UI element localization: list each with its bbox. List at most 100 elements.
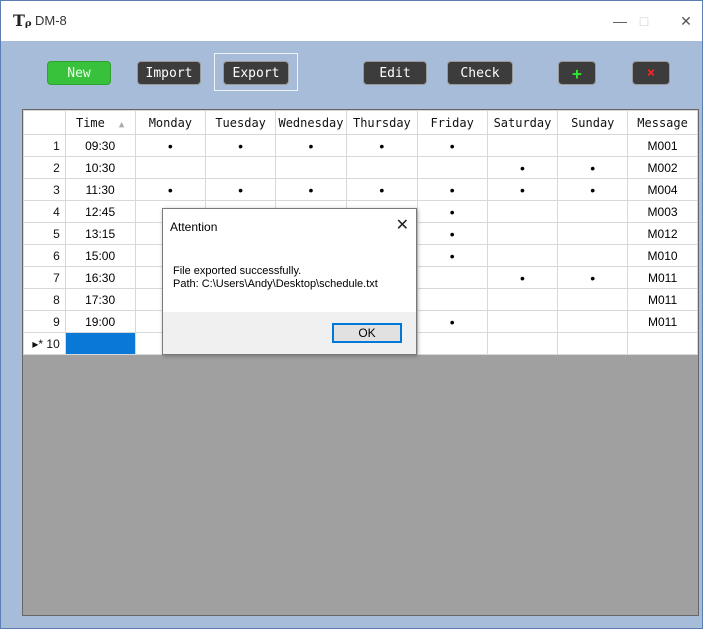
- row-number[interactable]: 8: [23, 288, 66, 311]
- message-cell[interactable]: M011: [627, 310, 698, 333]
- sunday-cell[interactable]: [557, 134, 629, 157]
- header-saturday[interactable]: Saturday: [486, 110, 559, 135]
- sunday-cell[interactable]: [557, 288, 629, 311]
- empty-cell[interactable]: [627, 332, 698, 355]
- sunday-cell[interactable]: [557, 310, 629, 333]
- time-cell[interactable]: 10:30: [64, 156, 136, 179]
- row-number[interactable]: 2: [23, 156, 66, 179]
- row-number[interactable]: 3: [23, 178, 66, 201]
- sunday-cell[interactable]: •: [557, 266, 629, 289]
- import-button[interactable]: Import: [137, 61, 201, 85]
- selected-time-cell[interactable]: [64, 332, 136, 355]
- empty-cell[interactable]: [416, 332, 488, 355]
- thursday-cell[interactable]: •: [345, 178, 418, 201]
- message-cell[interactable]: M003: [627, 200, 698, 223]
- time-cell[interactable]: 16:30: [64, 266, 136, 289]
- header-message[interactable]: Message: [627, 110, 698, 135]
- wednesday-cell[interactable]: [275, 156, 347, 179]
- message-cell[interactable]: M011: [627, 266, 698, 289]
- header-tuesday[interactable]: Tuesday: [205, 110, 277, 135]
- schedule-grid[interactable]: Time ▲ Monday Tuesday Wednesday Thursday …: [22, 109, 699, 616]
- new-button[interactable]: New: [47, 61, 111, 85]
- close-button[interactable]: ✕: [671, 7, 701, 35]
- edit-button[interactable]: Edit: [363, 61, 427, 85]
- saturday-cell[interactable]: [486, 134, 559, 157]
- row-number[interactable]: 9: [23, 310, 66, 333]
- plus-icon: +: [572, 63, 582, 83]
- export-button[interactable]: Export: [223, 61, 289, 85]
- sunday-cell[interactable]: •: [557, 178, 629, 201]
- saturday-cell[interactable]: [486, 200, 559, 223]
- wednesday-cell[interactable]: •: [275, 178, 347, 201]
- monday-cell[interactable]: •: [134, 178, 207, 201]
- message-cell[interactable]: M001: [627, 134, 698, 157]
- ok-button[interactable]: OK: [332, 323, 402, 343]
- maximize-icon: □: [639, 13, 649, 29]
- sunday-cell[interactable]: [557, 200, 629, 223]
- monday-cell[interactable]: •: [134, 134, 207, 157]
- dialog-close-icon[interactable]: ✕: [396, 215, 409, 235]
- message-cell[interactable]: M002: [627, 156, 698, 179]
- sunday-cell[interactable]: [557, 244, 629, 267]
- friday-cell[interactable]: •: [416, 200, 488, 223]
- friday-cell[interactable]: •: [416, 134, 488, 157]
- header-monday[interactable]: Monday: [134, 110, 207, 135]
- row-number[interactable]: 4: [23, 200, 66, 223]
- row-number[interactable]: 1: [23, 134, 66, 157]
- sunday-cell[interactable]: [557, 222, 629, 245]
- time-cell[interactable]: 13:15: [64, 222, 136, 245]
- friday-cell[interactable]: •: [416, 310, 488, 333]
- friday-cell[interactable]: •: [416, 244, 488, 267]
- saturday-cell[interactable]: •: [486, 156, 559, 179]
- delete-button[interactable]: ×: [632, 61, 670, 85]
- tuesday-cell[interactable]: [205, 156, 277, 179]
- header-thursday[interactable]: Thursday: [345, 110, 418, 135]
- friday-cell[interactable]: •: [416, 178, 488, 201]
- saturday-cell[interactable]: [486, 310, 559, 333]
- saturday-cell[interactable]: •: [486, 266, 559, 289]
- thursday-cell[interactable]: [345, 156, 418, 179]
- friday-cell[interactable]: [416, 288, 488, 311]
- saturday-cell[interactable]: [486, 288, 559, 311]
- header-sunday[interactable]: Sunday: [557, 110, 629, 135]
- row-number[interactable]: 6: [23, 244, 66, 267]
- time-cell[interactable]: 09:30: [64, 134, 136, 157]
- time-cell[interactable]: 17:30: [64, 288, 136, 311]
- app-window: Tᵨ DM-8 — □ ✕ New Import Export Edit Che…: [0, 0, 703, 629]
- message-cell[interactable]: M011: [627, 288, 698, 311]
- header-time[interactable]: Time ▲: [64, 110, 136, 135]
- friday-cell[interactable]: [416, 156, 488, 179]
- message-cell[interactable]: M004: [627, 178, 698, 201]
- time-cell[interactable]: 11:30: [64, 178, 136, 201]
- friday-cell[interactable]: •: [416, 222, 488, 245]
- saturday-cell[interactable]: [486, 222, 559, 245]
- wednesday-cell[interactable]: •: [275, 134, 347, 157]
- monday-cell[interactable]: [134, 156, 207, 179]
- empty-cell[interactable]: [557, 332, 629, 355]
- table-row[interactable]: 1 09:30 • • • • • M001: [23, 134, 698, 157]
- time-cell[interactable]: 15:00: [64, 244, 136, 267]
- empty-cell[interactable]: [486, 332, 559, 355]
- row-number[interactable]: 5: [23, 222, 66, 245]
- saturday-cell[interactable]: [486, 244, 559, 267]
- app-icon: Tᵨ: [13, 11, 32, 30]
- thursday-cell[interactable]: •: [345, 134, 418, 157]
- tuesday-cell[interactable]: •: [205, 134, 277, 157]
- check-button[interactable]: Check: [447, 61, 513, 85]
- message-cell[interactable]: M012: [627, 222, 698, 245]
- table-row[interactable]: 3 11:30 • • • • • • • M004: [23, 178, 698, 201]
- time-cell[interactable]: 12:45: [64, 200, 136, 223]
- new-row-marker[interactable]: ▸* 10: [23, 332, 66, 355]
- row-number[interactable]: 7: [23, 266, 66, 289]
- table-row[interactable]: 2 10:30 • • M002: [23, 156, 698, 179]
- time-cell[interactable]: 19:00: [64, 310, 136, 333]
- message-cell[interactable]: M010: [627, 244, 698, 267]
- add-button[interactable]: +: [558, 61, 596, 85]
- sunday-cell[interactable]: •: [557, 156, 629, 179]
- saturday-cell[interactable]: •: [486, 178, 559, 201]
- maximize-button[interactable]: □: [629, 7, 659, 35]
- tuesday-cell[interactable]: •: [205, 178, 277, 201]
- header-friday[interactable]: Friday: [416, 110, 488, 135]
- friday-cell[interactable]: [416, 266, 488, 289]
- header-wednesday[interactable]: Wednesday: [275, 110, 347, 135]
